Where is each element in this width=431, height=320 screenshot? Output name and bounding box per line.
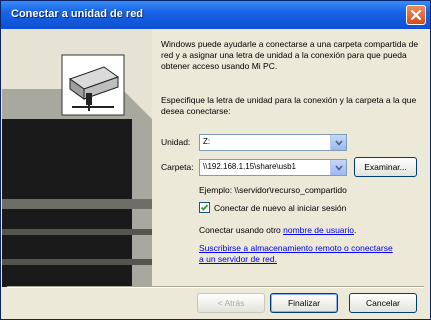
checkmark-icon (200, 204, 209, 211)
map-network-drive-dialog: Conectar a unidad de red Windows puede a… (0, 0, 431, 320)
chevron-down-icon (334, 164, 343, 171)
intro-text: Windows puede ayudarle a conectarse a un… (161, 39, 419, 71)
folder-input[interactable]: \\192.168.1.15\share\usb1 (199, 159, 347, 176)
network-drive-icon (61, 54, 125, 116)
chevron-down-icon (334, 139, 343, 146)
footer-divider (7, 286, 424, 288)
drive-select[interactable]: Z: (199, 134, 347, 151)
example-text: Ejemplo: \\servidor\recurso_compartido (199, 185, 347, 195)
wizard-side-panel (2, 29, 152, 287)
network-drive-illustration (2, 29, 152, 287)
folder-value: \\192.168.1.15\share\usb1 (203, 162, 296, 171)
window-title: Conectar a unidad de red (11, 8, 144, 20)
other-user-suffix: . (354, 225, 357, 235)
reconnect-label[interactable]: Conectar de nuevo al iniciar sesión (214, 203, 346, 213)
instruction-text: Especifique la letra de unidad para la c… (161, 95, 417, 116)
drive-label: Unidad: (161, 137, 191, 147)
close-icon (410, 9, 422, 21)
other-user-prefix: Conectar usando otro (199, 225, 284, 235)
folder-label: Carpeta: (161, 162, 194, 172)
browse-button[interactable]: Examinar... (354, 157, 417, 177)
drive-value: Z: (203, 137, 211, 146)
folder-dropdown-button[interactable] (330, 160, 346, 175)
storage-link[interactable]: Suscribirse a almacenamiento remoto o co… (199, 243, 399, 265)
other-user-line: Conectar usando otro nombre de usuario. (199, 225, 356, 235)
finish-button[interactable]: Finalizar (270, 293, 338, 313)
title-bar[interactable]: Conectar a unidad de red (1, 1, 430, 29)
close-button[interactable] (406, 5, 426, 25)
cancel-button[interactable]: Cancelar (349, 293, 417, 313)
other-user-link[interactable]: nombre de usuario (283, 225, 354, 235)
drive-dropdown-button[interactable] (330, 135, 346, 150)
reconnect-checkbox[interactable] (199, 202, 210, 213)
back-button[interactable]: < Atrás (197, 293, 265, 313)
